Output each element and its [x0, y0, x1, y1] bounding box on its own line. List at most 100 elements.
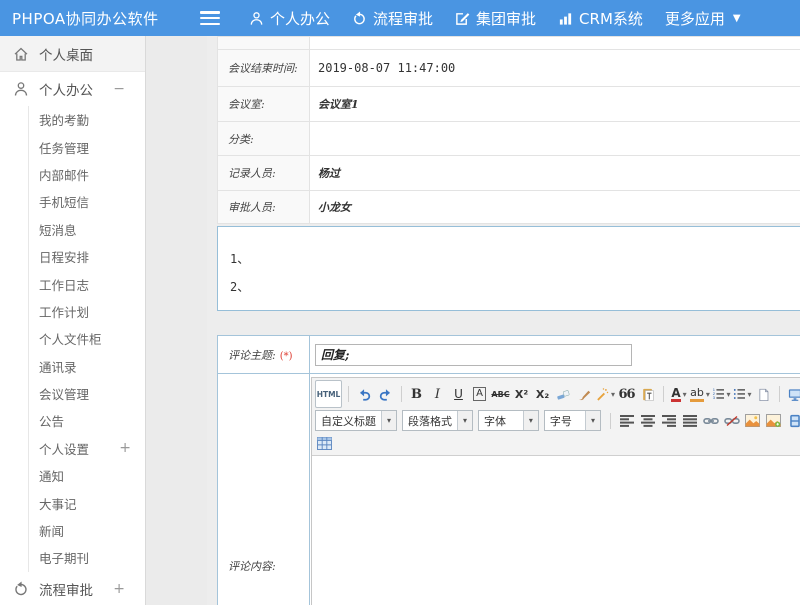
blockquote-button[interactable]: 66 — [617, 384, 636, 404]
svg-text:3: 3 — [712, 395, 715, 400]
sidebar-item-work-log[interactable]: 工作日志 — [29, 270, 145, 297]
sidebar-item-my-attendance[interactable]: 我的考勤 — [29, 106, 145, 133]
highlight-color-button[interactable]: ab▾ — [691, 384, 710, 404]
fullscreen-button[interactable] — [785, 384, 800, 404]
home-icon — [13, 45, 30, 62]
caret-down-icon: ▾ — [747, 390, 751, 399]
sidebar-item-notification[interactable]: 通知 — [29, 462, 145, 489]
sidebar-item-mobile-sms[interactable]: 手机短信 — [29, 188, 145, 215]
sidebar-item-personal-office[interactable]: 个人办公 − — [0, 72, 145, 106]
remove-format-button[interactable] — [554, 384, 573, 404]
insert-image-button[interactable] — [743, 411, 762, 431]
required-mark: (*) — [280, 351, 293, 362]
app-title: PHPOA协同办公软件 — [0, 8, 200, 29]
content-line: 2、 — [218, 273, 800, 301]
font-size-select[interactable]: 字号▾ — [544, 410, 601, 431]
paste-text-button[interactable] — [638, 384, 657, 404]
table-row: 记录人员: 杨过 — [218, 156, 800, 191]
sidebar-item-workflow-approval[interactable]: 流程审批 + — [0, 572, 145, 605]
table-row: 会议室: 会议室1 — [218, 87, 800, 122]
nav-workflow-approval[interactable]: 流程审批 — [352, 8, 433, 29]
insert-page-button[interactable] — [754, 384, 773, 404]
caret-down-icon: ▾ — [611, 390, 615, 399]
align-right-button[interactable] — [659, 411, 678, 431]
caret-down-icon: ▼ — [733, 13, 741, 24]
collapse-icon: − — [113, 81, 125, 97]
nav-label: CRM系统 — [579, 8, 643, 29]
nav-crm-system[interactable]: CRM系统 — [558, 8, 643, 29]
subscript-button[interactable]: X₂ — [533, 384, 552, 404]
caret-down-icon: ▾ — [457, 411, 472, 430]
align-center-button[interactable] — [638, 411, 657, 431]
font-border-button[interactable]: A — [470, 384, 489, 404]
unlink-button[interactable] — [722, 411, 741, 431]
edit-square-icon — [455, 11, 470, 26]
sidebar-item-personal-file-cabinet[interactable]: 个人文件柜 — [29, 325, 145, 352]
sidebar-item-label: 任务管理 — [39, 138, 89, 157]
auto-format-button[interactable]: ▾ — [596, 384, 615, 404]
insert-media-button[interactable] — [785, 411, 800, 431]
sidebar-item-label: 新闻 — [39, 521, 64, 540]
sidebar-item-label: 工作日志 — [39, 275, 89, 294]
sidebar-item-task-management[interactable]: 任务管理 — [29, 133, 145, 160]
align-left-button[interactable] — [617, 411, 636, 431]
sidebar-item-meeting-management[interactable]: 会议管理 — [29, 380, 145, 407]
sidebar-item-announcement[interactable]: 公告 — [29, 407, 145, 434]
sidebar-item-label: 个人桌面 — [39, 44, 93, 64]
sidebar-item-work-plan[interactable]: 工作计划 — [29, 298, 145, 325]
editor-content-area[interactable] — [312, 455, 800, 605]
sidebar-item-personal-desktop[interactable]: 个人桌面 — [0, 36, 145, 72]
sidebar-item-news[interactable]: 新闻 — [29, 517, 145, 544]
nav-personal-office[interactable]: 个人办公 — [249, 8, 330, 29]
sidebar-item-label: 公告 — [39, 411, 64, 430]
nav-more-apps[interactable]: 更多应用 ▼ — [665, 8, 741, 29]
caret-down-icon: ▾ — [523, 411, 538, 430]
italic-button[interactable]: I — [428, 384, 447, 404]
bar-chart-icon — [558, 11, 573, 26]
format-brush-button[interactable] — [575, 384, 594, 404]
sidebar-item-label: 个人文件柜 — [39, 329, 102, 348]
sidebar-item-label: 通知 — [39, 466, 64, 485]
field-label: 会议室: — [218, 87, 310, 122]
application-window: PHPOA协同办公软件 个人办公 流程审批 集团审批 CRM系统 — [0, 0, 800, 605]
sidebar-item-label: 我的考勤 — [39, 110, 89, 129]
insert-link-button[interactable] — [701, 411, 720, 431]
upload-image-button[interactable] — [764, 411, 783, 431]
font-color-button[interactable]: A▾ — [670, 384, 689, 404]
undo-button[interactable] — [355, 384, 374, 404]
nav-label: 流程审批 — [373, 8, 433, 29]
flow-arrow-icon — [352, 11, 367, 26]
sidebar-item-memorabilia[interactable]: 大事记 — [29, 489, 145, 516]
superscript-button[interactable]: X² — [512, 384, 531, 404]
nav-group-approval[interactable]: 集团审批 — [455, 8, 536, 29]
approver-value: 小龙女 — [318, 201, 351, 214]
sidebar-item-short-message[interactable]: 短消息 — [29, 216, 145, 243]
sidebar-item-internal-mail[interactable]: 内部邮件 — [29, 161, 145, 188]
ordered-list-button[interactable]: 123▾ — [712, 384, 731, 404]
sidebar-item-contacts[interactable]: 通讯录 — [29, 353, 145, 380]
recorder-value: 杨过 — [318, 167, 340, 180]
editor-toolbar-row1: HTML B I U A ABC X² X₂ — [312, 378, 800, 410]
sidebar-item-personal-settings[interactable]: 个人设置+ — [29, 435, 145, 462]
sidebar-item-label: 个人设置 — [39, 439, 89, 458]
heading-select[interactable]: 自定义标题▾ — [315, 410, 397, 431]
field-label: 记录人员: — [218, 156, 310, 191]
redo-button[interactable] — [376, 384, 395, 404]
html-source-button[interactable]: HTML — [315, 380, 342, 408]
sidebar-item-label: 会议管理 — [39, 384, 89, 403]
sidebar-item-label: 个人办公 — [39, 79, 93, 99]
insert-table-button[interactable] — [315, 433, 334, 453]
paragraph-format-select[interactable]: 段落格式▾ — [402, 410, 473, 431]
sidebar-item-e-journal[interactable]: 电子期刊 — [29, 544, 145, 571]
strikethrough-button[interactable]: ABC — [491, 384, 510, 404]
align-justify-button[interactable] — [680, 411, 699, 431]
font-family-select[interactable]: 字体▾ — [478, 410, 539, 431]
comment-subject-input[interactable] — [315, 344, 632, 366]
meeting-info-table: 会议结束时间: 2019-08-07 11:47:00 会议室: 会议室1 分类… — [217, 36, 800, 224]
sidebar-item-schedule[interactable]: 日程安排 — [29, 243, 145, 270]
hamburger-menu-button[interactable] — [200, 11, 220, 25]
sidebar: 个人桌面 个人办公 − 我的考勤 任务管理 内部邮件 手机短信 短消息 日程安排… — [0, 36, 145, 605]
unordered-list-button[interactable]: ▾ — [733, 384, 752, 404]
bold-button[interactable]: B — [407, 384, 426, 404]
underline-button[interactable]: U — [449, 384, 468, 404]
